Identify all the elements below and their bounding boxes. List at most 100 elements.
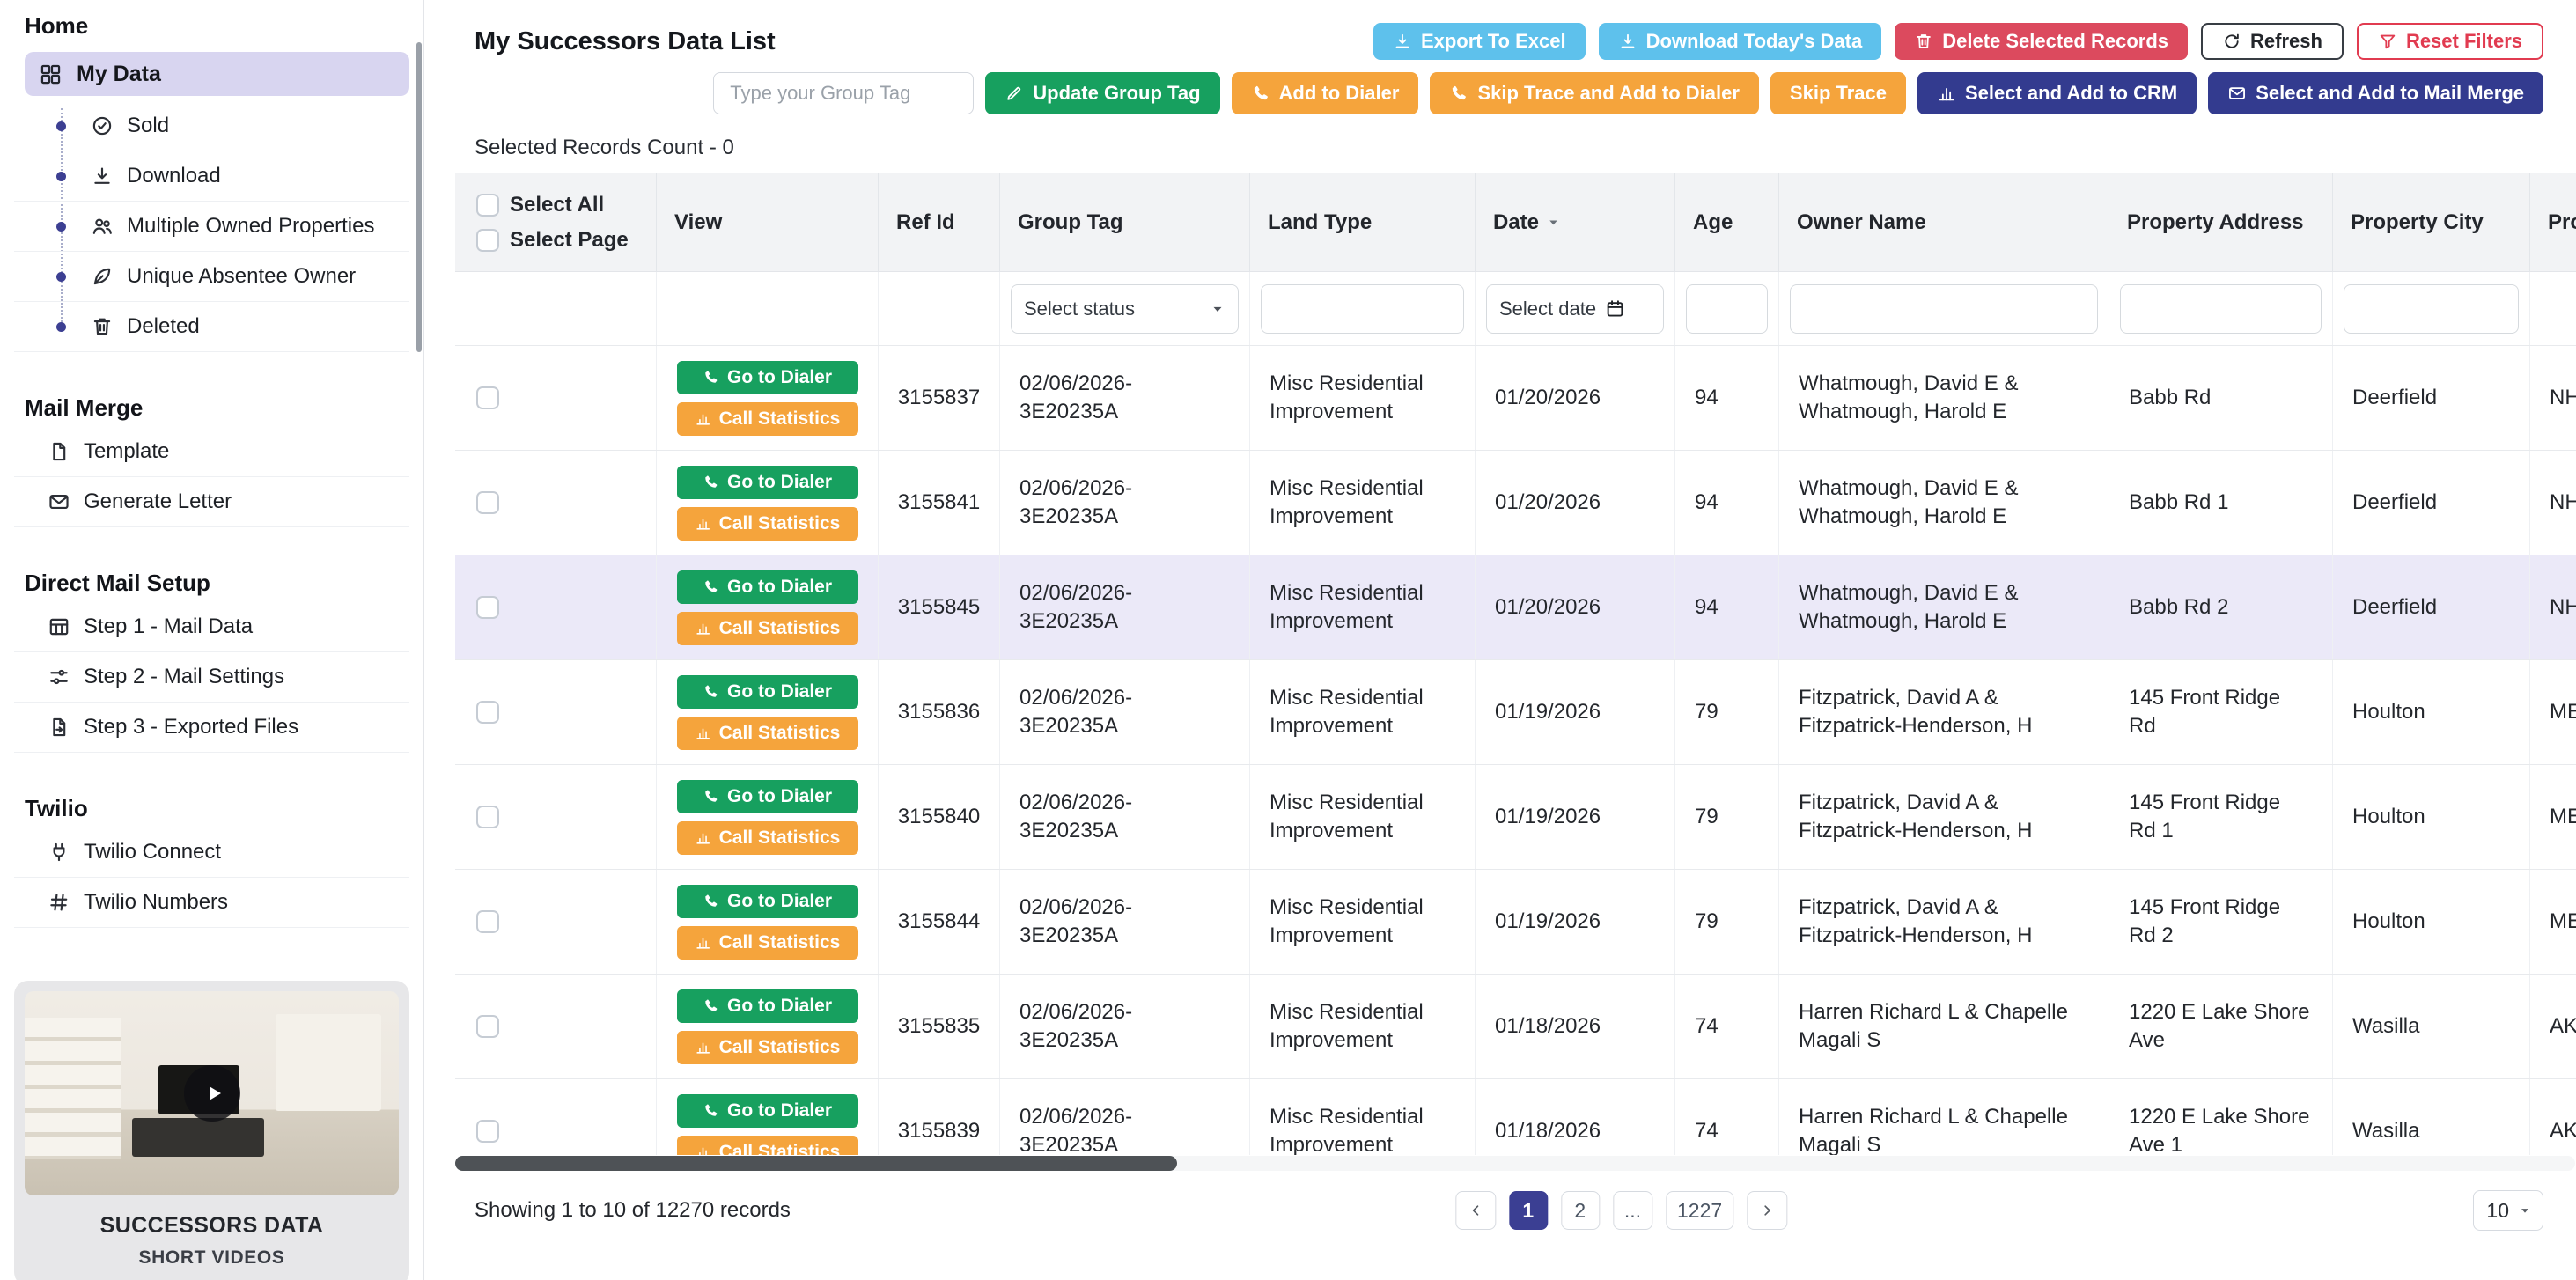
column-header-date[interactable]: Date	[1476, 173, 1675, 271]
call-statistics-button[interactable]: Call Statistics	[677, 402, 858, 436]
date-filter-select[interactable]: Select date	[1486, 284, 1664, 334]
property-address-link[interactable]: 145 Front Ridge Rd	[2109, 660, 2333, 764]
owner-name-link[interactable]: Whatmough, David E & Whatmough, Harold E	[1779, 451, 2109, 555]
add-to-dialer-button[interactable]: Add to Dialer	[1232, 72, 1419, 114]
group-tag-input[interactable]	[713, 72, 974, 114]
call-statistics-button[interactable]: Call Statistics	[677, 926, 858, 960]
skip-trace-and-add-to-dialer-button[interactable]: Skip Trace and Add to Dialer	[1430, 72, 1758, 114]
column-header-property-city[interactable]: Property City	[2333, 173, 2530, 271]
status-filter-select[interactable]: Select status	[1011, 284, 1239, 334]
horizontal-scrollbar[interactable]	[455, 1156, 2575, 1171]
owner-name-link[interactable]: Fitzpatrick, David A & Fitzpatrick-Hende…	[1779, 765, 2109, 869]
page-1227-button[interactable]: 1227	[1666, 1191, 1733, 1230]
row-checkbox[interactable]	[476, 806, 499, 828]
call-statistics-button[interactable]: Call Statistics	[677, 1136, 858, 1156]
page-2-button[interactable]: 2	[1561, 1191, 1600, 1230]
age-filter-input[interactable]	[1686, 284, 1768, 334]
column-header-ref-id[interactable]: Ref Id	[879, 173, 1000, 271]
call-statistics-button[interactable]: Call Statistics	[677, 507, 858, 541]
property-address-link[interactable]: Babb Rd 1	[2109, 451, 2333, 555]
property-address-link[interactable]: Babb Rd	[2109, 346, 2333, 450]
row-checkbox[interactable]	[476, 596, 499, 619]
property-address-link[interactable]: 1220 E Lake Shore Ave 1	[2109, 1079, 2333, 1155]
select-page-checkbox[interactable]	[476, 229, 499, 252]
property-city-link[interactable]: Wasilla	[2333, 1079, 2530, 1155]
column-header-owner-name[interactable]: Owner Name	[1779, 173, 2109, 271]
property-city-link[interactable]: Deerfield	[2333, 555, 2530, 659]
select-and-add-to-mail-merge-button[interactable]: Select and Add to Mail Merge	[2208, 72, 2543, 114]
sidebar-item-unique-absentee-owner[interactable]: Unique Absentee Owner	[14, 252, 409, 302]
select-and-add-to-crm-button[interactable]: Select and Add to CRM	[1917, 72, 2197, 114]
reset-filters-button[interactable]: Reset Filters	[2357, 23, 2543, 60]
property-city-link[interactable]: Deerfield	[2333, 451, 2530, 555]
go-to-dialer-button[interactable]: Go to Dialer	[677, 466, 858, 499]
sidebar-scrollbar[interactable]	[416, 42, 422, 352]
owner-name-link[interactable]: Fitzpatrick, David A & Fitzpatrick-Hende…	[1779, 870, 2109, 974]
column-header-age[interactable]: Age	[1675, 173, 1779, 271]
owner-name-link[interactable]: Harren Richard L & Chapelle Magali S	[1779, 1079, 2109, 1155]
sidebar-item-my-data[interactable]: My Data	[25, 52, 409, 96]
page-size-select[interactable]: 10	[2473, 1190, 2543, 1231]
property-city-link[interactable]: Houlton	[2333, 660, 2530, 764]
property-address-filter-input[interactable]	[2120, 284, 2322, 334]
next-page-button[interactable]	[1747, 1191, 1787, 1230]
call-statistics-button[interactable]: Call Statistics	[677, 821, 858, 855]
column-header-group-tag[interactable]: Group Tag	[1000, 173, 1250, 271]
row-checkbox[interactable]	[476, 1015, 499, 1038]
select-all-checkbox[interactable]	[476, 194, 499, 217]
update-group-tag-button[interactable]: Update Group Tag	[985, 72, 1219, 114]
call-statistics-button[interactable]: Call Statistics	[677, 612, 858, 645]
sidebar-item-step-3-exported-files[interactable]: Step 3 - Exported Files	[14, 703, 409, 753]
video-thumbnail[interactable]	[25, 991, 399, 1195]
sidebar-item-generate-letter[interactable]: Generate Letter	[14, 477, 409, 527]
refresh-button[interactable]: Refresh	[2201, 23, 2344, 60]
sidebar-item-twilio-connect[interactable]: Twilio Connect	[14, 828, 409, 878]
owner-name-link[interactable]: Harren Richard L & Chapelle Magali S	[1779, 975, 2109, 1078]
skip-trace-button[interactable]: Skip Trace	[1770, 72, 1906, 114]
row-checkbox[interactable]	[476, 386, 499, 409]
owner-name-link[interactable]: Whatmough, David E & Whatmough, Harold E	[1779, 346, 2109, 450]
property-city-link[interactable]: Wasilla	[2333, 975, 2530, 1078]
property-city-filter-input[interactable]	[2344, 284, 2519, 334]
property-city-link[interactable]: Houlton	[2333, 870, 2530, 974]
row-checkbox[interactable]	[476, 910, 499, 933]
property-city-link[interactable]: Deerfield	[2333, 346, 2530, 450]
property-city-link[interactable]: Houlton	[2333, 765, 2530, 869]
call-statistics-button[interactable]: Call Statistics	[677, 1031, 858, 1064]
row-checkbox[interactable]	[476, 1120, 499, 1143]
prev-page-button[interactable]	[1455, 1191, 1496, 1230]
column-header-view[interactable]: View	[657, 173, 879, 271]
sidebar-item-step-1-mail-data[interactable]: Step 1 - Mail Data	[14, 602, 409, 652]
delete-selected-records-button[interactable]: Delete Selected Records	[1895, 23, 2188, 60]
sidebar-item-download[interactable]: Download	[14, 151, 409, 202]
go-to-dialer-button[interactable]: Go to Dialer	[677, 675, 858, 709]
column-header-property-address[interactable]: Property Address	[2109, 173, 2333, 271]
sidebar-item-twilio-numbers[interactable]: Twilio Numbers	[14, 878, 409, 928]
sidebar-item-multiple-owned-properties[interactable]: Multiple Owned Properties	[14, 202, 409, 252]
owner-name-filter-input[interactable]	[1790, 284, 2098, 334]
horizontal-scrollbar-thumb[interactable]	[455, 1156, 1177, 1171]
play-button[interactable]	[184, 1065, 240, 1122]
sidebar-item-deleted[interactable]: Deleted	[14, 302, 409, 352]
row-checkbox[interactable]	[476, 701, 499, 724]
go-to-dialer-button[interactable]: Go to Dialer	[677, 1094, 858, 1128]
sidebar-item-template[interactable]: Template	[14, 427, 409, 477]
column-header-land-type[interactable]: Land Type	[1250, 173, 1476, 271]
sidebar-item-step-2-mail-settings[interactable]: Step 2 - Mail Settings	[14, 652, 409, 703]
ellipsis-button[interactable]: ...	[1613, 1191, 1652, 1230]
property-address-link[interactable]: 145 Front Ridge Rd 1	[2109, 765, 2333, 869]
download-today-s-data-button[interactable]: Download Today's Data	[1599, 23, 1882, 60]
export-to-excel-button[interactable]: Export To Excel	[1373, 23, 1586, 60]
row-checkbox[interactable]	[476, 491, 499, 514]
owner-name-link[interactable]: Fitzpatrick, David A & Fitzpatrick-Hende…	[1779, 660, 2109, 764]
go-to-dialer-button[interactable]: Go to Dialer	[677, 780, 858, 813]
go-to-dialer-button[interactable]: Go to Dialer	[677, 885, 858, 918]
video-card[interactable]: SUCCESSORS DATA SHORT VIDEOS	[14, 981, 409, 1280]
column-header-property-state[interactable]: Property State	[2530, 173, 2576, 271]
go-to-dialer-button[interactable]: Go to Dialer	[677, 989, 858, 1023]
owner-name-link[interactable]: Whatmough, David E & Whatmough, Harold E	[1779, 555, 2109, 659]
property-address-link[interactable]: Babb Rd 2	[2109, 555, 2333, 659]
land-type-filter-input[interactable]	[1261, 284, 1464, 334]
go-to-dialer-button[interactable]: Go to Dialer	[677, 570, 858, 604]
property-address-link[interactable]: 1220 E Lake Shore Ave	[2109, 975, 2333, 1078]
